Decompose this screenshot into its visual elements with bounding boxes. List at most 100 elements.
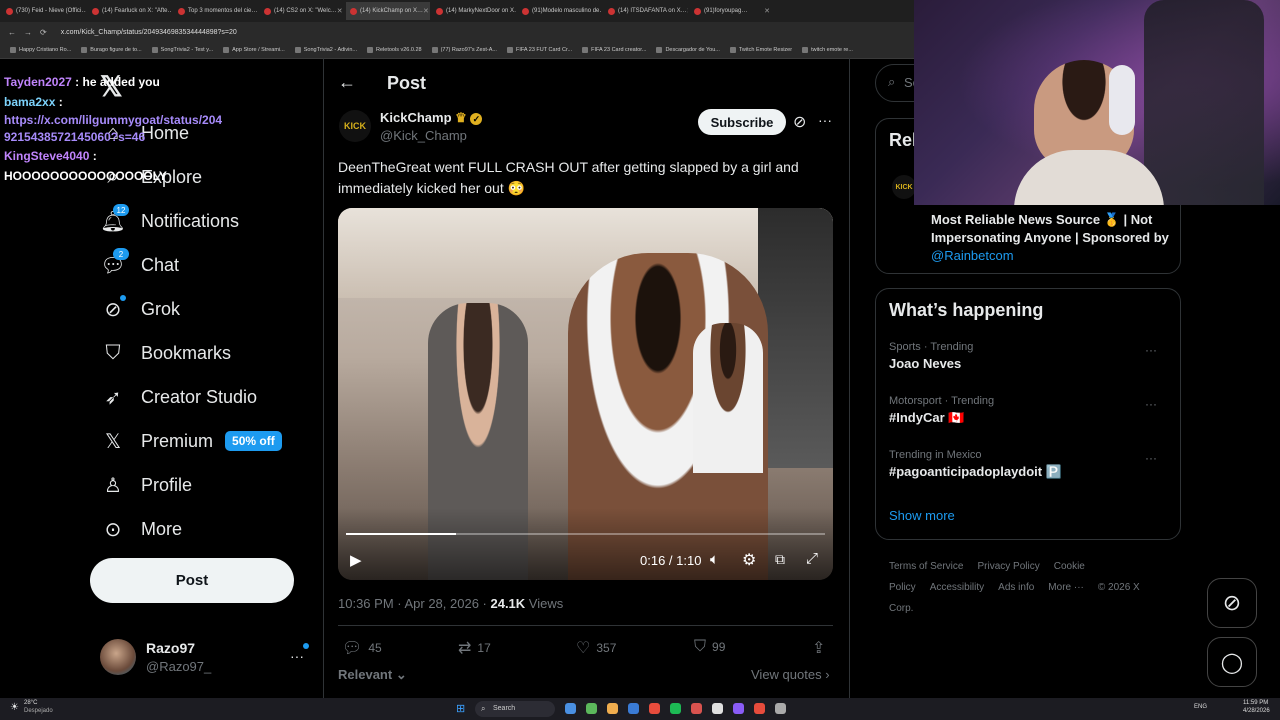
chat-float-button[interactable]: ◯ (1207, 637, 1257, 687)
share-button[interactable]: ⇪ (812, 638, 831, 658)
sidebar-item-bookmarks[interactable]: ⛉ Bookmarks (100, 338, 232, 368)
bookmark-item[interactable]: Reletools v26.0.28 (367, 47, 422, 53)
account-more-icon[interactable]: ··· (290, 643, 309, 664)
bookmark-label: FIFA 23 Card creator... (591, 47, 647, 53)
bookmark-item[interactable]: twitch emote re... (802, 47, 853, 53)
taskbar-app-icon[interactable] (691, 703, 702, 714)
footer-link[interactable]: Privacy Policy (977, 561, 1039, 572)
pip-icon[interactable]: ⧉ (775, 551, 785, 568)
bookmark-item[interactable]: FIFA 23 Card creator... (582, 47, 646, 53)
author-name[interactable]: KickChamp ♛ ✓ (380, 110, 483, 126)
tab-close-icon[interactable]: ✕ (423, 7, 429, 15)
video-controls-scrim (338, 508, 833, 580)
footer-link[interactable]: Ads info (998, 582, 1034, 593)
sidebar-item-premium[interactable]: 𝕏 Premium 50% off (100, 426, 282, 456)
tab-close-icon[interactable]: ✕ (687, 7, 688, 15)
bookmark-item[interactable]: SongTrivia2 - Test y... (151, 47, 213, 53)
subscribe-button[interactable]: Subscribe (698, 109, 786, 135)
back-arrow-icon[interactable]: ← (338, 72, 356, 93)
taskbar-app-icon[interactable] (628, 703, 639, 714)
reload-icon[interactable]: ⟳ (40, 28, 47, 37)
trend-item[interactable]: Trending in Mexico #pagoanticipadoplaydoi… (889, 449, 1167, 480)
repost-button[interactable]: ⇄ 17 (458, 638, 491, 658)
sort-label: Relevant (338, 667, 393, 682)
author-handle[interactable]: @Kick_Champ (380, 128, 467, 143)
taskbar-app-icon[interactable] (712, 703, 723, 714)
taskbar-app-icon[interactable] (754, 703, 765, 714)
browser-tab[interactable]: Top 3 momentos del cie…✕ (174, 2, 258, 20)
fullscreen-icon[interactable]: ⤢ (806, 550, 818, 567)
taskbar-search[interactable]: ⌕ Search (475, 701, 555, 717)
tab-title: (14) Fearluck on X: "Afte… (102, 8, 172, 14)
post-button[interactable]: Post (90, 558, 294, 603)
taskbar-app-icon[interactable] (775, 703, 786, 714)
weather-temp[interactable]: 28°C (24, 700, 37, 706)
browser-tab[interactable]: (14) MarkyNextDoor on X…✕ (432, 2, 516, 20)
trend-item[interactable]: Motorsport · Trending #IndyCar 🇨🇦 ··· (889, 395, 1167, 426)
sidebar-item-profile[interactable]: ♙ Profile (100, 470, 192, 500)
author-avatar[interactable]: KICK (339, 110, 371, 142)
bookmark-item[interactable]: SongTrivia2 - Adivin... (294, 47, 357, 53)
clock-time[interactable]: 11:59 PM (1243, 700, 1268, 706)
bookmark-item[interactable]: Burago figure de to... (81, 47, 142, 53)
bookmark-item[interactable]: App Store / Streami... (223, 47, 285, 53)
browser-tab[interactable]: (91)Modelo masculino de…✕ (518, 2, 602, 20)
trend-more-icon[interactable]: ··· (1145, 343, 1157, 357)
browser-tab[interactable]: (91)foryoupag… ✕ (690, 2, 774, 20)
footer-link[interactable]: More ··· (1048, 582, 1084, 593)
trend-more-icon[interactable]: ··· (1145, 397, 1157, 411)
taskbar-app-icon[interactable] (586, 703, 597, 714)
footer-link[interactable]: Accessibility (930, 582, 984, 593)
trend-item[interactable]: Sports · Trending Joao Neves ··· (889, 341, 1167, 371)
grok-float-button[interactable]: ⊘ (1207, 578, 1257, 628)
tab-close-icon[interactable]: ✕ (257, 7, 258, 15)
browser-tab[interactable]: (730) Feid - Nieve (Offici…✕ (2, 2, 86, 20)
forward-nav-icon[interactable]: → (24, 28, 32, 37)
settings-gear-icon[interactable]: ⚙ (742, 550, 756, 570)
bookmark-item[interactable]: (77) Razo97's Zest-A... (431, 47, 497, 53)
address-field[interactable]: x.com/Kick_Champ/status/2049346983534444… (61, 29, 237, 36)
windows-start-icon[interactable]: ⊞ (456, 702, 465, 715)
sidebar-item-more[interactable]: ⊙ More (100, 514, 182, 544)
bookmark-item[interactable]: Happy Cristiano Ro... (10, 47, 71, 53)
browser-tab[interactable]: (14) KickChamp on X… ✕ (346, 2, 430, 20)
taskbar-app-icon[interactable] (565, 703, 576, 714)
bookmark-label: App Store / Streami... (232, 47, 285, 53)
play-icon[interactable]: ▶ (350, 551, 362, 569)
bookmark-item[interactable]: FIFA 23 FUT Card Cr... (506, 47, 572, 53)
sidebar-item-chat[interactable]: 💬︎ 2 Chat (100, 248, 179, 280)
trend-more-icon[interactable]: ··· (1145, 451, 1157, 465)
language-indicator[interactable]: ENG (1194, 704, 1207, 710)
taskbar-app-icon[interactable] (670, 703, 681, 714)
bookmark-button[interactable]: ⛉ 99 (694, 638, 725, 656)
video-player[interactable]: ▶ 0:16 / 1:10 🔈︎ ⚙ ⧉ ⤢ (338, 208, 833, 580)
volume-icon[interactable]: 🔈︎ (710, 551, 719, 568)
taskbar-app-icon[interactable] (649, 703, 660, 714)
browser-tab[interactable]: (14) CS2 on X: "Welc… ✕ (260, 2, 344, 20)
bookmark-item[interactable]: Twitch Emote Resizer (729, 47, 792, 53)
video-progress-track[interactable] (346, 533, 825, 535)
back-nav-icon[interactable]: ← (8, 28, 16, 37)
sidebar-item-creator-studio[interactable]: ➶ Creator Studio (100, 382, 257, 412)
sidebar-item-notifications[interactable]: 🔔︎ 12 Notifications (100, 204, 239, 236)
bookmark-item[interactable]: Descargador de You... (656, 47, 720, 53)
sort-dropdown[interactable]: Relevant ⌄ (338, 667, 407, 683)
relevant-avatar[interactable]: KICK (892, 175, 916, 199)
like-button[interactable]: ♡ 357 (576, 638, 616, 658)
tab-close-icon[interactable]: ✕ (764, 7, 770, 15)
view-quotes-link[interactable]: View quotes › (751, 667, 830, 682)
tab-close-icon[interactable]: ✕ (337, 7, 343, 15)
avatar[interactable] (100, 639, 136, 675)
relevant-link[interactable]: @Rainbetcom (931, 248, 1014, 263)
taskbar-app-icon[interactable] (607, 703, 618, 714)
sidebar-item-grok[interactable]: ⊘ Grok (100, 294, 180, 324)
more-options-icon[interactable]: ··· (818, 112, 832, 128)
taskbar-app-icon[interactable] (733, 703, 744, 714)
reply-button[interactable]: 💬︎ 45 (342, 638, 382, 658)
post-timestamp[interactable]: 10:36 PM · Apr 28, 2026 · (338, 596, 490, 611)
show-more-link[interactable]: Show more (889, 508, 955, 523)
footer-link[interactable]: Terms of Service (889, 561, 963, 572)
grok-icon[interactable]: ⊘ (793, 112, 806, 132)
browser-tab[interactable]: (14) Fearluck on X: "Afte…✕ (88, 2, 172, 20)
browser-tab[interactable]: (14) ITSDAFANTA on X…✕ (604, 2, 688, 20)
